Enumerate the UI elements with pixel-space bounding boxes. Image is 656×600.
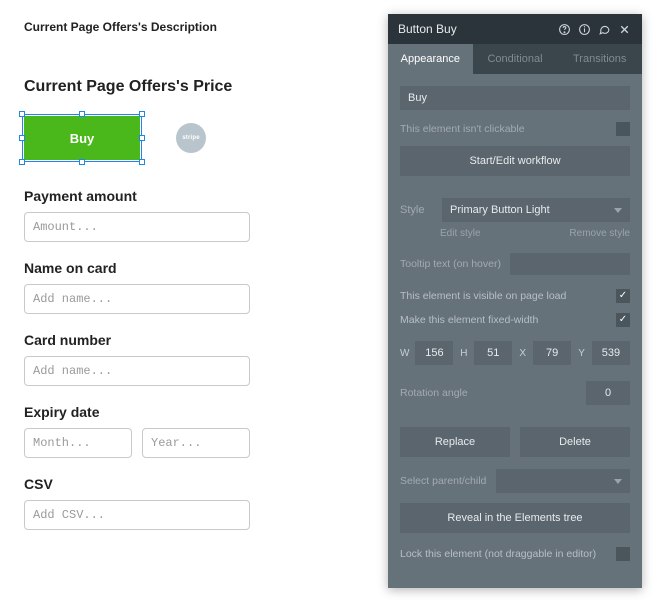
not-clickable-checkbox[interactable] — [616, 122, 630, 136]
name-on-card-input[interactable] — [24, 284, 250, 314]
card-number-label: Card number — [24, 332, 376, 348]
field-payment-amount: Payment amount — [24, 188, 376, 242]
card-number-input[interactable] — [24, 356, 250, 386]
replace-button[interactable]: Replace — [400, 427, 510, 457]
buy-row: Buy stripe — [24, 116, 376, 160]
fixed-width-label: Make this element fixed-width — [400, 314, 608, 326]
width-input[interactable] — [415, 341, 453, 365]
element-name-input[interactable] — [400, 86, 630, 110]
panel-header[interactable]: Button Buy — [388, 14, 642, 44]
stripe-icon[interactable]: stripe — [176, 123, 206, 153]
tab-transitions[interactable]: Transitions — [557, 44, 642, 74]
csv-label: CSV — [24, 476, 376, 492]
help-icon[interactable] — [556, 21, 572, 37]
field-card-number: Card number — [24, 332, 376, 386]
tab-appearance[interactable]: Appearance — [388, 44, 473, 74]
panel-body: This element isn't clickable Start/Edit … — [388, 74, 642, 588]
y-input[interactable] — [592, 341, 630, 365]
property-panel: Button Buy Appearance Conditional Transi… — [388, 14, 642, 588]
select-parent-dropdown[interactable] — [496, 469, 630, 493]
lock-label: Lock this element (not draggable in edit… — [400, 548, 608, 560]
visible-on-load-checkbox[interactable] — [616, 289, 630, 303]
w-label: W — [400, 348, 409, 359]
y-label: Y — [577, 348, 586, 359]
style-label: Style — [400, 204, 434, 216]
tab-conditional[interactable]: Conditional — [473, 44, 558, 74]
payment-amount-label: Payment amount — [24, 188, 376, 204]
chevron-down-icon — [614, 208, 622, 213]
buy-button-selection[interactable]: Buy — [24, 116, 140, 160]
comment-icon[interactable] — [596, 21, 612, 37]
visible-on-load-label: This element is visible on page load — [400, 290, 608, 302]
select-parent-label: Select parent/child — [400, 475, 486, 487]
field-name-on-card: Name on card — [24, 260, 376, 314]
lock-checkbox[interactable] — [616, 547, 630, 561]
style-select[interactable]: Primary Button Light — [442, 198, 630, 222]
stripe-icon-label: stripe — [182, 135, 200, 141]
name-on-card-label: Name on card — [24, 260, 376, 276]
description-label: Current Page Offers's Description — [24, 20, 376, 34]
rotation-input[interactable] — [586, 381, 630, 405]
x-input[interactable] — [533, 341, 571, 365]
fixed-width-checkbox[interactable] — [616, 313, 630, 327]
panel-title: Button Buy — [398, 22, 552, 36]
remove-style-link[interactable]: Remove style — [569, 228, 630, 239]
csv-input[interactable] — [24, 500, 250, 530]
edit-style-link[interactable]: Edit style — [440, 228, 481, 239]
buy-button[interactable]: Buy — [24, 116, 140, 160]
delete-button[interactable]: Delete — [520, 427, 630, 457]
expiry-label: Expiry date — [24, 404, 376, 420]
price-label: Current Page Offers's Price — [24, 78, 376, 96]
editor-canvas: Current Page Offers's Description Curren… — [0, 0, 400, 568]
chevron-down-icon — [614, 479, 622, 484]
tooltip-input[interactable] — [510, 253, 630, 275]
h-label: H — [459, 348, 468, 359]
style-select-value: Primary Button Light — [450, 204, 550, 216]
not-clickable-label: This element isn't clickable — [400, 123, 608, 135]
height-input[interactable] — [474, 341, 512, 365]
field-expiry: Expiry date — [24, 404, 376, 458]
field-csv: CSV — [24, 476, 376, 530]
payment-amount-input[interactable] — [24, 212, 250, 242]
expiry-year-input[interactable] — [142, 428, 250, 458]
panel-tabs: Appearance Conditional Transitions — [388, 44, 642, 74]
tooltip-label: Tooltip text (on hover) — [400, 258, 502, 270]
close-icon[interactable] — [616, 21, 632, 37]
reveal-in-tree-button[interactable]: Reveal in the Elements tree — [400, 503, 630, 533]
x-label: X — [518, 348, 527, 359]
start-edit-workflow-button[interactable]: Start/Edit workflow — [400, 146, 630, 176]
rotation-label: Rotation angle — [400, 387, 578, 399]
expiry-month-input[interactable] — [24, 428, 132, 458]
info-icon[interactable] — [576, 21, 592, 37]
